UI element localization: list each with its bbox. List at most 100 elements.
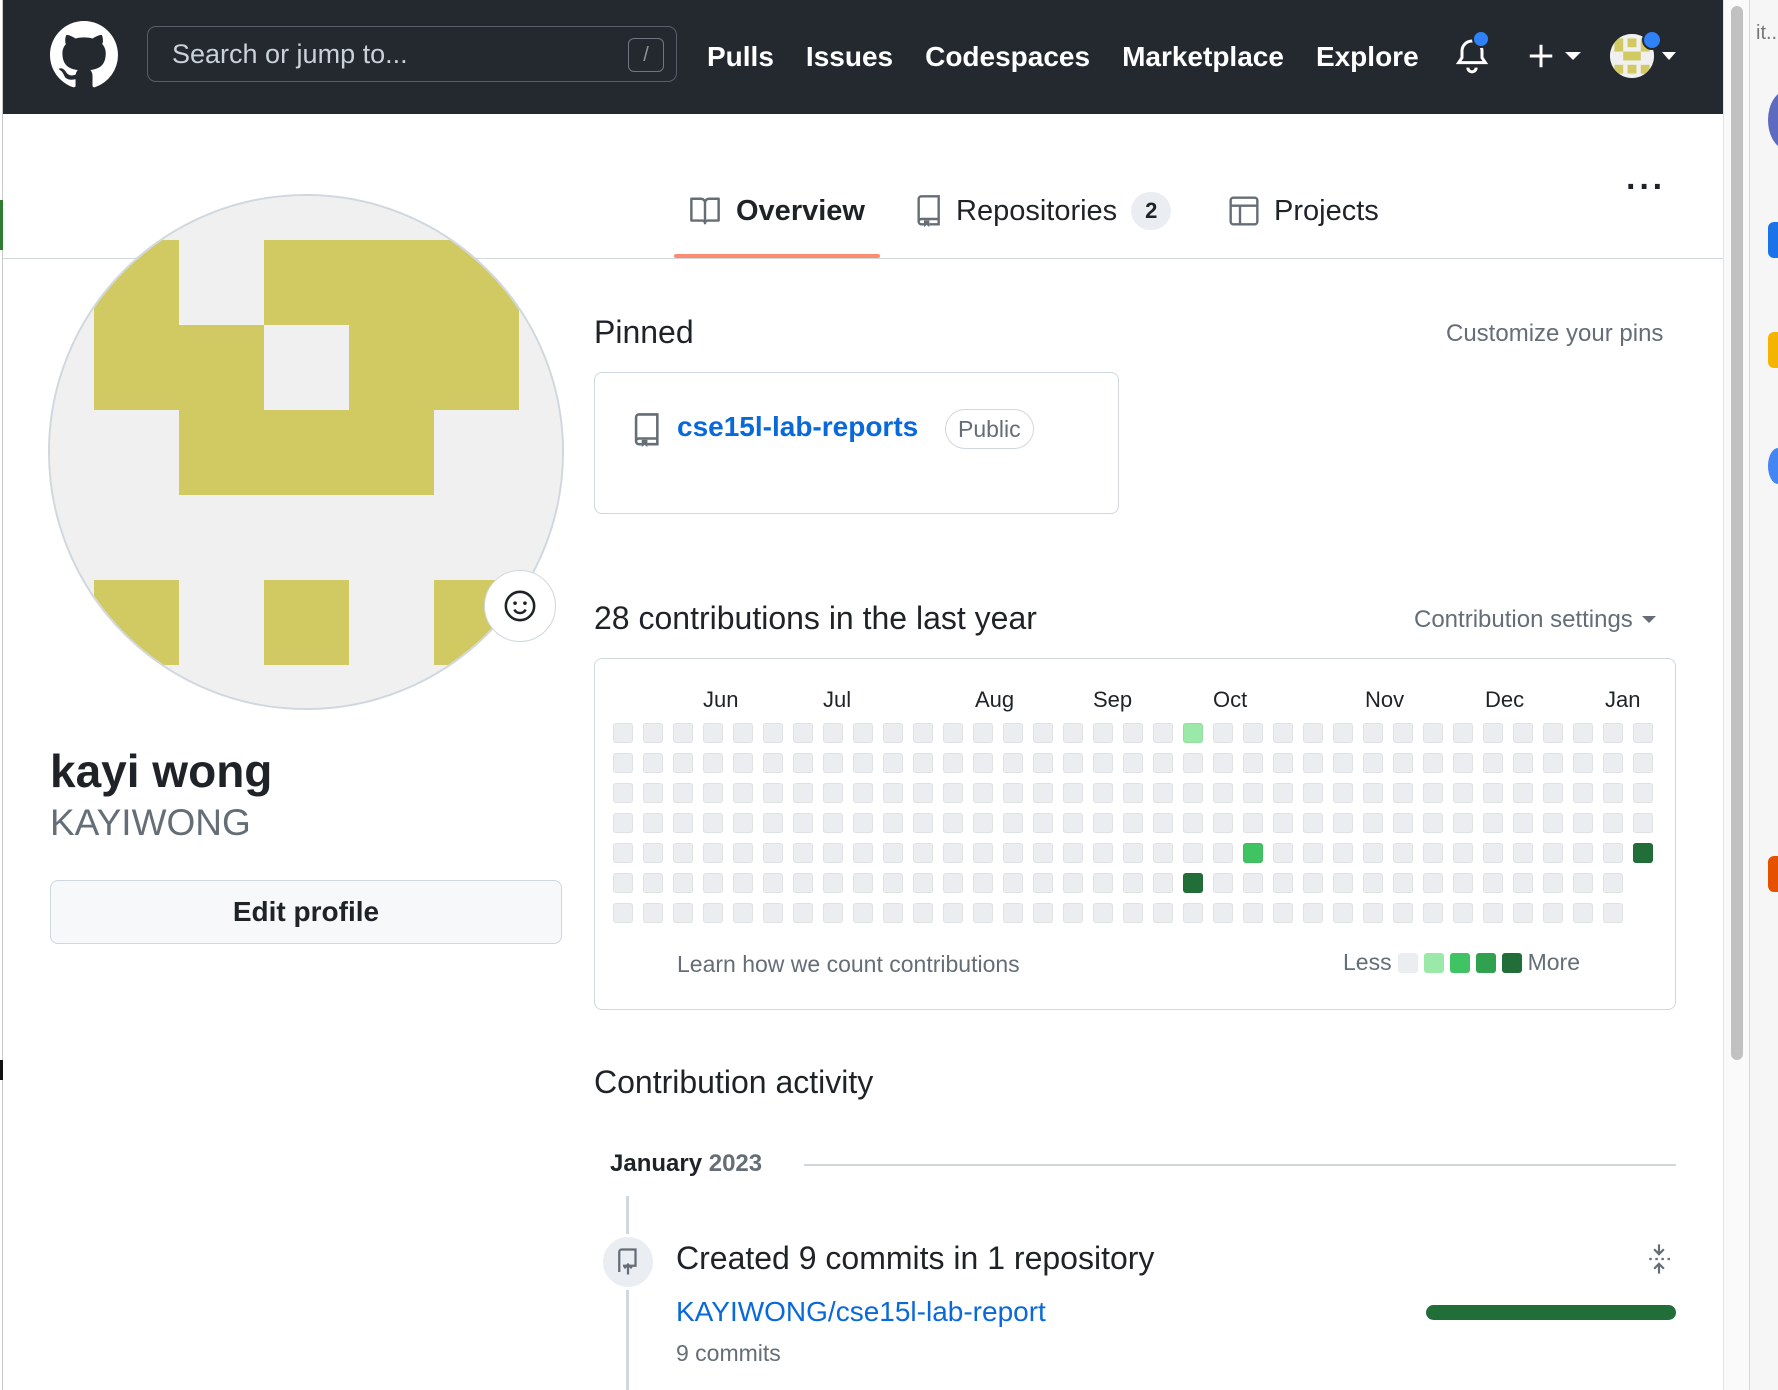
contribution-day-cell[interactable]: [1303, 843, 1323, 863]
contribution-day-cell[interactable]: [1543, 903, 1563, 923]
contribution-day-cell[interactable]: [793, 843, 813, 863]
contribution-day-cell[interactable]: [1423, 843, 1443, 863]
contribution-day-cell[interactable]: [733, 903, 753, 923]
contribution-day-cell[interactable]: [1453, 723, 1473, 743]
contribution-day-cell[interactable]: [1063, 813, 1083, 833]
contribution-day-cell[interactable]: [1153, 783, 1173, 803]
contribution-day-cell[interactable]: [613, 873, 633, 893]
contribution-day-cell[interactable]: [1243, 753, 1263, 773]
contribution-day-cell[interactable]: [1363, 903, 1383, 923]
contribution-day-cell[interactable]: [1063, 723, 1083, 743]
contribution-day-cell[interactable]: [1303, 813, 1323, 833]
contribution-day-cell[interactable]: [1603, 873, 1623, 893]
contribution-day-cell[interactable]: [1243, 783, 1263, 803]
contribution-day-cell[interactable]: [1033, 843, 1053, 863]
contribution-day-cell[interactable]: [1213, 753, 1233, 773]
contribution-day-cell[interactable]: [1033, 723, 1053, 743]
contribution-day-cell[interactable]: [1363, 723, 1383, 743]
contribution-day-cell[interactable]: [1333, 903, 1353, 923]
contribution-day-cell[interactable]: [613, 783, 633, 803]
contribution-day-cell[interactable]: [1123, 873, 1143, 893]
contribution-day-cell[interactable]: [1303, 903, 1323, 923]
contribution-day-cell[interactable]: [1483, 873, 1503, 893]
contribution-day-cell[interactable]: [973, 903, 993, 923]
contribution-day-cell[interactable]: [913, 783, 933, 803]
contribution-day-cell[interactable]: [973, 723, 993, 743]
contribution-day-cell[interactable]: [1183, 753, 1203, 773]
contribution-day-cell[interactable]: [1483, 813, 1503, 833]
contribution-day-cell[interactable]: [1393, 903, 1413, 923]
contribution-day-cell[interactable]: [1483, 843, 1503, 863]
contribution-day-cell[interactable]: [1513, 843, 1533, 863]
contribution-day-cell[interactable]: [613, 843, 633, 863]
contribution-day-cell[interactable]: [1123, 813, 1143, 833]
contribution-day-cell[interactable]: [1483, 753, 1503, 773]
contribution-day-cell[interactable]: [1243, 723, 1263, 743]
set-status-button[interactable]: [484, 570, 556, 642]
contribution-day-cell[interactable]: [643, 723, 663, 743]
contribution-day-cell[interactable]: [943, 903, 963, 923]
contribution-day-cell[interactable]: [1513, 723, 1533, 743]
contribution-day-cell[interactable]: [1303, 783, 1323, 803]
contribution-day-cell[interactable]: [1273, 723, 1293, 743]
contribution-day-cell[interactable]: [1063, 843, 1083, 863]
contribution-day-cell[interactable]: [883, 783, 903, 803]
contribution-day-cell[interactable]: [1633, 753, 1653, 773]
contribution-day-cell[interactable]: [943, 753, 963, 773]
contribution-day-cell[interactable]: [1633, 843, 1653, 863]
contribution-day-cell[interactable]: [823, 753, 843, 773]
contribution-day-cell[interactable]: [703, 723, 723, 743]
contribution-day-cell[interactable]: [1393, 813, 1413, 833]
contribution-day-cell[interactable]: [1423, 753, 1443, 773]
contribution-day-cell[interactable]: [1603, 813, 1623, 833]
contribution-day-cell[interactable]: [913, 813, 933, 833]
contribution-day-cell[interactable]: [1183, 903, 1203, 923]
contribution-day-cell[interactable]: [1633, 783, 1653, 803]
nav-issues[interactable]: Issues: [806, 41, 893, 73]
contribution-day-cell[interactable]: [1003, 903, 1023, 923]
contribution-day-cell[interactable]: [1183, 723, 1203, 743]
contribution-day-cell[interactable]: [1483, 903, 1503, 923]
contribution-day-cell[interactable]: [973, 753, 993, 773]
contribution-day-cell[interactable]: [1063, 783, 1083, 803]
contribution-day-cell[interactable]: [1063, 753, 1083, 773]
contribution-day-cell[interactable]: [763, 813, 783, 833]
contribution-day-cell[interactable]: [883, 843, 903, 863]
contribution-day-cell[interactable]: [703, 873, 723, 893]
contribution-day-cell[interactable]: [1273, 873, 1293, 893]
tab-repositories[interactable]: Repositories 2: [914, 186, 1172, 236]
contribution-day-cell[interactable]: [1453, 753, 1473, 773]
contribution-day-cell[interactable]: [1603, 903, 1623, 923]
contribution-day-cell[interactable]: [1003, 843, 1023, 863]
contribution-day-cell[interactable]: [643, 783, 663, 803]
contribution-day-cell[interactable]: [1033, 813, 1053, 833]
contribution-day-cell[interactable]: [1183, 813, 1203, 833]
tab-projects[interactable]: Projects: [1228, 186, 1379, 236]
contribution-day-cell[interactable]: [613, 903, 633, 923]
nav-pulls[interactable]: Pulls: [707, 41, 774, 73]
contribution-day-cell[interactable]: [703, 813, 723, 833]
contribution-day-cell[interactable]: [1123, 843, 1143, 863]
contribution-day-cell[interactable]: [1243, 813, 1263, 833]
contribution-day-cell[interactable]: [1333, 753, 1353, 773]
contribution-day-cell[interactable]: [1243, 873, 1263, 893]
contribution-day-cell[interactable]: [1303, 873, 1323, 893]
contribution-day-cell[interactable]: [703, 753, 723, 773]
customize-pins-link[interactable]: Customize your pins: [1446, 320, 1663, 348]
contribution-day-cell[interactable]: [733, 873, 753, 893]
contribution-day-cell[interactable]: [733, 843, 753, 863]
contribution-day-cell[interactable]: [1093, 813, 1113, 833]
contribution-day-cell[interactable]: [853, 783, 873, 803]
contribution-day-cell[interactable]: [1423, 873, 1443, 893]
scrollbar-thumb[interactable]: [1731, 6, 1743, 1060]
contribution-day-cell[interactable]: [763, 783, 783, 803]
profile-avatar[interactable]: [48, 194, 564, 710]
contribution-day-cell[interactable]: [1213, 783, 1233, 803]
contribution-day-cell[interactable]: [643, 813, 663, 833]
contribution-day-cell[interactable]: [1453, 813, 1473, 833]
contribution-day-cell[interactable]: [1423, 723, 1443, 743]
contribution-day-cell[interactable]: [883, 753, 903, 773]
contribution-day-cell[interactable]: [823, 843, 843, 863]
contribution-day-cell[interactable]: [1573, 753, 1593, 773]
contribution-day-cell[interactable]: [943, 813, 963, 833]
